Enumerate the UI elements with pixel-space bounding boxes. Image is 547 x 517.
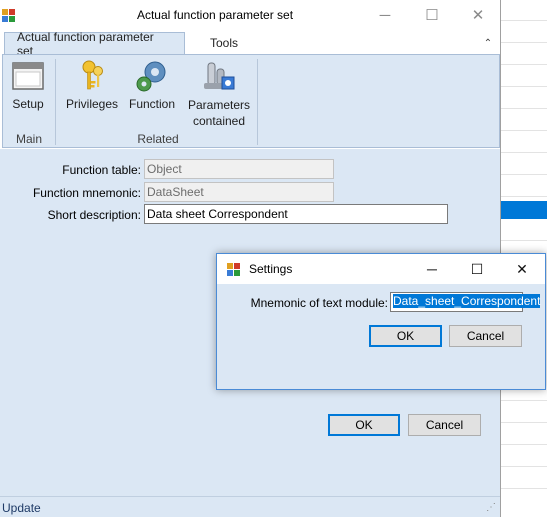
mnemonic-selected-text: Data_sheet_Correspondent [393,294,541,308]
grid-selected-row[interactable] [500,201,547,219]
function-table-label: Function table: [62,163,141,177]
setup-label: Setup [12,97,44,111]
dialog-minimize-button[interactable]: ─ [409,254,455,284]
maximize-icon: ☐ [425,7,439,24]
dialog-maximize-button[interactable]: ☐ [454,254,500,284]
ribbon-tab-bar: Actual function parameter set Tools ⌃ [0,30,500,58]
mnemonic-text-module-label: Mnemonic of text module: [250,296,388,310]
gears-icon [135,59,169,93]
minimize-icon: ─ [379,6,391,24]
close-icon: ✕ [516,260,528,277]
maximize-button[interactable]: ☐ [409,0,455,30]
collapse-ribbon-icon[interactable]: ⌃ [480,35,496,51]
minimize-icon: ─ [427,261,437,277]
short-description-field[interactable]: Data sheet Correspondent [144,204,448,224]
dialog-ok-button[interactable]: OK [369,325,442,347]
ribbon-panel: Setup Main Privileges Function Parameter… [2,54,500,148]
function-button[interactable]: Function [125,59,179,129]
dialog-title: Settings [249,262,293,276]
privileges-button[interactable]: Privileges [63,59,121,129]
title-bar: Actual function parameter set ─ ☐ ✕ [0,0,500,30]
status-bar: Update ⋰ [0,496,500,517]
group-separator [257,59,258,145]
cancel-button[interactable]: Cancel [408,414,481,436]
dialog-app-icon [227,263,240,276]
mnemonic-text-module-input[interactable]: Data_sheet_Correspondent [390,292,541,312]
setup-button[interactable]: Setup [6,59,50,129]
dialog-cancel-button[interactable]: Cancel [449,325,522,347]
close-icon: ✕ [471,7,485,24]
tab-actual-function-parameter-set[interactable]: Actual function parameter set [4,30,185,58]
parameters-contained-label: Parameters contained [187,98,251,128]
group-related-label: Related [137,132,179,146]
function-label: Function [128,97,176,111]
minimize-button[interactable]: ─ [362,0,408,30]
group-main-label: Main [15,132,42,146]
keys-icon [75,59,109,93]
tab-tools[interactable]: Tools [196,32,252,54]
privileges-label: Privileges [65,97,119,111]
status-text: Update [2,501,41,515]
function-mnemonic-field[interactable]: DataSheet [144,182,334,202]
function-table-field[interactable]: Object [144,159,334,179]
dialog-close-button[interactable]: ✕ [499,254,545,284]
parameters-icon [202,59,236,93]
ok-button[interactable]: OK [328,414,400,436]
short-description-label: Short description: [47,208,141,222]
dialog-title-bar: Settings ─ ☐ ✕ [217,254,545,284]
window-icon [11,59,45,93]
maximize-icon: ☐ [470,260,484,277]
dialog-body: Mnemonic of text module: Data_sheet_Corr… [217,284,545,389]
resize-grip-icon[interactable]: ⋰ [486,502,498,514]
group-separator [55,59,56,145]
parameters-contained-button[interactable]: Parameters contained [185,59,253,129]
close-button[interactable]: ✕ [455,0,501,30]
function-mnemonic-label: Function mnemonic: [32,186,141,200]
settings-dialog: Settings ─ ☐ ✕ Mnemonic of text module: … [216,253,546,390]
